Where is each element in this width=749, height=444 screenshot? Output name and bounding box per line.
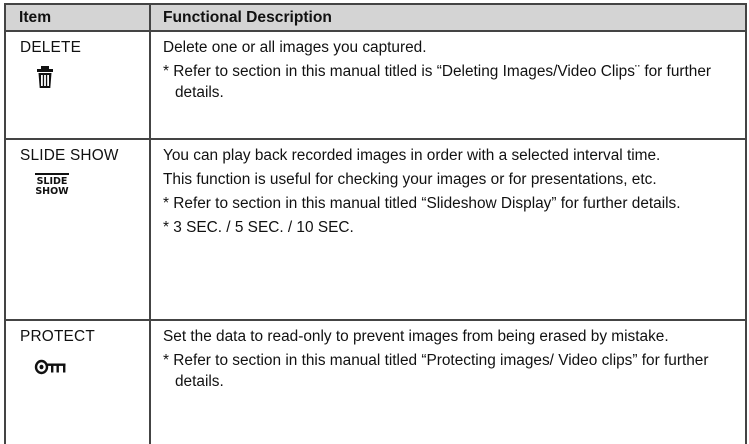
key-icon — [34, 359, 66, 375]
description-cell-delete: Delete one or all images you captured. *… — [149, 30, 747, 140]
description-text: This function is useful for checking you… — [163, 171, 657, 188]
item-name-delete: DELETE — [20, 39, 82, 56]
table-row-delete: DELETE Delete one or all images you capt… — [4, 30, 747, 140]
table-row-protect: PROTECT Set the data to read-only to pre… — [4, 319, 747, 444]
table-row-slide-show: SLIDE SHOW SLIDE SHOW You can play back … — [4, 138, 747, 321]
item-cell-protect: PROTECT — [4, 319, 151, 444]
slide-show-icon-line-2: SHOW — [35, 186, 69, 197]
description-cell-slide-show: You can play back recorded images in ord… — [149, 138, 747, 321]
description-column-header: Functional Description — [149, 3, 747, 32]
item-cell-delete: DELETE — [4, 30, 151, 140]
description-note: * Refer to section in this manual titled… — [163, 352, 709, 390]
description-note: * 3 SEC. / 5 SEC. / 10 SEC. — [163, 219, 354, 236]
item-name-slide-show: SLIDE SHOW — [20, 147, 119, 164]
item-cell-slide-show: SLIDE SHOW SLIDE SHOW — [4, 138, 151, 321]
description-note: * Refer to section in this manual titled… — [163, 63, 712, 101]
trash-can-icon — [37, 66, 53, 88]
table-header-row: Item Functional Description — [4, 3, 747, 32]
description-text: Set the data to read-only to prevent ima… — [163, 328, 669, 345]
description-text: You can play back recorded images in ord… — [163, 147, 661, 164]
description-cell-protect: Set the data to read-only to prevent ima… — [149, 319, 747, 444]
slide-show-icon: SLIDE SHOW — [35, 173, 69, 197]
description-note: * Refer to section in this manual titled… — [163, 195, 681, 212]
functional-description-table: Item Functional Description DELETE Delet… — [4, 3, 747, 444]
item-column-header: Item — [4, 3, 151, 32]
item-name-protect: PROTECT — [20, 328, 95, 345]
description-text: Delete one or all images you captured. — [163, 39, 427, 56]
